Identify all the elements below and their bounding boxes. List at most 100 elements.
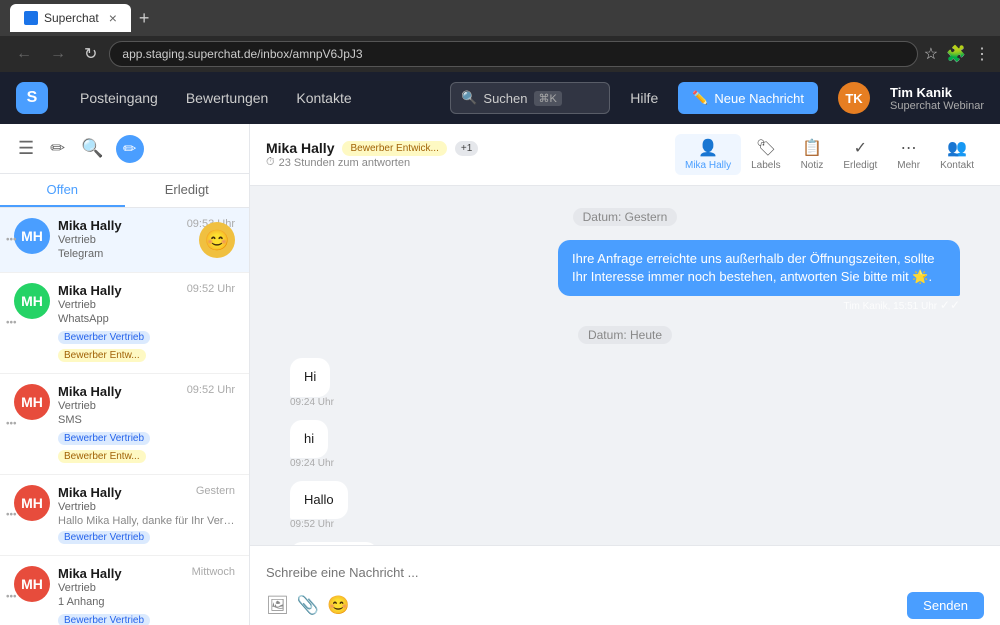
browser-chrome: Superchat × + <box>0 0 1000 36</box>
message-wrapper: Hallo 09:52 Uhr <box>290 481 960 534</box>
tab-title: Superchat <box>44 11 99 25</box>
message-bubble-incoming: Hallo <box>290 481 348 519</box>
conv-preview: Hallo Mika Hally, danke für Ihr Vertraue… <box>58 515 235 527</box>
conv-badges: Bewerber Vertrieb <box>58 527 235 545</box>
conversation-list: ••• MH Mika Hally 09:53 Uhr Vertrieb Tel… <box>0 208 249 625</box>
message-time: Tim Kanik, 15:51 Uhr ✓✓ <box>844 298 960 312</box>
search-shortcut: ⌘K <box>534 91 562 106</box>
message-time: 09:24 Uhr <box>290 397 334 408</box>
back-button[interactable]: ← <box>10 43 38 65</box>
note-icon: 📋 <box>802 138 822 158</box>
action-label: Mehr <box>897 160 920 171</box>
sidebar-search-button[interactable]: 🔍 <box>77 134 107 163</box>
conv-name: Mika Hally <box>58 485 122 500</box>
search-label: Suchen <box>483 91 527 106</box>
action-mika-hally[interactable]: 👤 Mika Hally <box>675 134 741 175</box>
read-checkmarks: ✓✓ <box>940 298 960 312</box>
badge: Bewerber Vertrieb <box>58 614 150 625</box>
action-mehr[interactable]: ⋯ Mehr <box>887 134 930 175</box>
date-yesterday-label: Datum: Gestern <box>573 208 678 226</box>
conv-name: Mika Hally <box>58 218 122 233</box>
action-labels[interactable]: 🏷 Labels <box>741 134 790 175</box>
action-kontakt[interactable]: 👥 Kontakt <box>930 134 984 175</box>
list-item[interactable]: ••• MH Mika Hally 09:53 Uhr Vertrieb Tel… <box>0 208 249 273</box>
messages-area: Datum: Gestern Ihre Anfrage erreichte un… <box>250 186 1000 545</box>
extension-icon: 🧩 <box>946 44 966 64</box>
sidebar-compose-button[interactable]: ✏ <box>116 135 144 163</box>
list-item[interactable]: ••• MH Mika Hally Gestern Vertrieb Hallo… <box>0 475 249 556</box>
browser-nav: ← → ↻ app.staging.superchat.de/inbox/amn… <box>0 36 1000 72</box>
conv-avatar: MH <box>14 283 50 319</box>
forward-button[interactable]: → <box>44 43 72 65</box>
app-nav: Posteingang Bewertungen Kontakte <box>68 84 430 112</box>
conv-meta: Mika Hally 09:52 Uhr <box>58 283 235 298</box>
sidebar-header: ☰ ✏ 🔍 ✏ <box>0 124 249 174</box>
new-message-button[interactable]: ✏️ Neue Nachricht <box>678 82 818 114</box>
conv-content: Mika Hally 09:52 Uhr Vertrieb WhatsApp B… <box>58 283 235 363</box>
logo-letter: S <box>27 89 38 107</box>
nav-kontakte[interactable]: Kontakte <box>284 84 363 112</box>
conv-time: Mittwoch <box>192 566 235 578</box>
badge: Bewerber Entw... <box>58 450 146 463</box>
browser-icons: ☆ 🧩 ⋮ <box>924 44 990 64</box>
sidebar-edit-button[interactable]: ✏ <box>46 134 69 163</box>
action-erledigt[interactable]: ✓ Erledigt <box>833 134 887 175</box>
address-bar[interactable]: app.staging.superchat.de/inbox/amnpV6JpJ… <box>109 41 917 67</box>
tab-done[interactable]: Erledigt <box>125 174 250 207</box>
new-tab-button[interactable]: + <box>139 8 150 29</box>
conv-subchannel: 1 Anhang <box>58 596 235 608</box>
message-text: Hi <box>304 369 316 384</box>
tab-open[interactable]: Offen <box>0 174 125 207</box>
reply-time-text: 23 Stunden zum antworten <box>279 157 410 169</box>
conv-avatar: MH <box>14 566 50 602</box>
action-label: Kontakt <box>940 160 974 171</box>
conv-name: Mika Hally <box>58 566 122 581</box>
tab-favicon <box>24 11 38 25</box>
browser-tab[interactable]: Superchat × <box>10 4 131 32</box>
image-icon[interactable]: 🖼 <box>266 595 289 616</box>
conv-channel: Vertrieb <box>58 501 235 513</box>
send-button[interactable]: Senden <box>907 592 984 619</box>
conv-content: Mika Hally Gestern Vertrieb Hallo Mika H… <box>58 485 235 545</box>
action-label: Mika Hally <box>685 160 731 171</box>
sidebar-menu-button[interactable]: ☰ <box>14 134 38 163</box>
list-item[interactable]: ••• MH Mika Hally 09:52 Uhr Vertrieb Wha… <box>0 273 249 374</box>
conv-avatar: MH <box>14 485 50 521</box>
refresh-button[interactable]: ↻ <box>78 42 103 66</box>
date-divider-yesterday: Datum: Gestern <box>290 210 960 224</box>
panel-badge: Bewerber Entwick... <box>342 141 446 156</box>
nav-bewertungen[interactable]: Bewertungen <box>174 84 281 112</box>
action-notiz[interactable]: 📋 Notiz <box>791 134 834 175</box>
panel-badge-extra: +1 <box>455 141 478 156</box>
emoji-icon[interactable]: 😊 <box>327 595 349 616</box>
avatar-initials: TK <box>845 91 862 106</box>
message-bubble-incoming: hi <box>290 420 328 458</box>
nav-posteingang[interactable]: Posteingang <box>68 84 170 112</box>
action-label: Notiz <box>801 160 824 171</box>
conv-meta: Mika Hally Gestern <box>58 485 235 500</box>
sidebar: ☰ ✏ 🔍 ✏ Offen Erledigt ••• MH Mika Hally… <box>0 124 250 625</box>
user-avatar: TK <box>838 82 870 114</box>
date-today-label: Datum: Heute <box>578 326 672 344</box>
conv-badges: Bewerber Vertrieb Bewerber Entw... <box>58 327 235 363</box>
conv-name: Mika Hally <box>58 283 122 298</box>
date-divider-today: Datum: Heute <box>290 328 960 342</box>
tab-close-button[interactable]: × <box>109 10 117 26</box>
compose-input[interactable] <box>266 556 984 588</box>
contact-icon: 👥 <box>947 138 967 158</box>
conv-subchannel: WhatsApp <box>58 313 235 325</box>
search-bar[interactable]: 🔍 Suchen ⌘K <box>450 82 610 114</box>
conv-badges: Bewerber Vertrieb Bewerber Entw... <box>58 428 235 464</box>
message-wrapper: hi 09:24 Uhr <box>290 420 960 473</box>
panel-header: Mika Hally Bewerber Entwick... +1 ⏱ 23 S… <box>250 124 1000 186</box>
help-button[interactable]: Hilfe <box>630 90 658 106</box>
attachment-icon[interactable]: 📎 <box>297 595 319 616</box>
item-dots: ••• <box>6 235 17 246</box>
search-icon: 🔍 <box>461 90 477 106</box>
menu-icon: ⋮ <box>974 44 990 64</box>
list-item[interactable]: ••• MH Mika Hally 09:52 Uhr Vertrieb SMS… <box>0 374 249 475</box>
conv-badges: Bewerber Vertrieb <box>58 610 235 625</box>
list-item[interactable]: ••• MH Mika Hally Mittwoch Vertrieb 1 An… <box>0 556 249 625</box>
conv-channel: Vertrieb <box>58 582 235 594</box>
bookmark-icon: ☆ <box>924 44 938 64</box>
